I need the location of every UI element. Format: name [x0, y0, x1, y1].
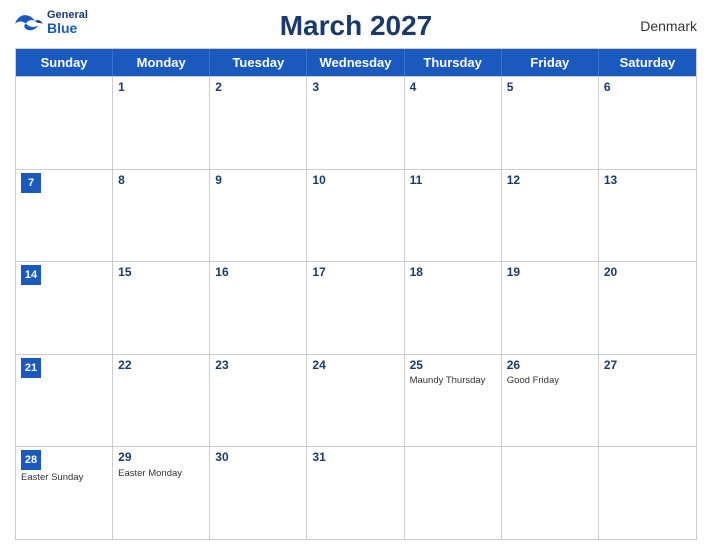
- day-number: 23: [215, 358, 301, 374]
- day-cell: 3: [307, 77, 404, 169]
- day-number: 4: [410, 80, 496, 96]
- day-header-friday: Friday: [502, 49, 599, 76]
- day-cell: [16, 77, 113, 169]
- logo: General Blue: [15, 10, 88, 35]
- day-cell: 21: [16, 355, 113, 447]
- week-row-4: 2122232425Maundy Thursday26Good Friday27: [16, 354, 696, 447]
- day-number: 8: [118, 173, 204, 189]
- event-label: Good Friday: [507, 375, 593, 386]
- day-number: 18: [410, 265, 496, 281]
- day-cell: 13: [599, 170, 696, 262]
- day-cell: 9: [210, 170, 307, 262]
- day-cell: 14: [16, 262, 113, 354]
- day-cell: 23: [210, 355, 307, 447]
- day-number: 2: [215, 80, 301, 96]
- day-cell: 20: [599, 262, 696, 354]
- day-number: 12: [507, 173, 593, 189]
- day-number: 14: [21, 265, 41, 285]
- day-cell: 4: [405, 77, 502, 169]
- day-cell: 15: [113, 262, 210, 354]
- day-header-thursday: Thursday: [405, 49, 502, 76]
- day-number: 22: [118, 358, 204, 374]
- day-cell: 8: [113, 170, 210, 262]
- logo-bird-icon: [15, 13, 43, 33]
- day-number: 11: [410, 173, 496, 189]
- day-headers-row: SundayMondayTuesdayWednesdayThursdayFrid…: [16, 49, 696, 76]
- day-header-sunday: Sunday: [16, 49, 113, 76]
- day-number: 28: [21, 450, 41, 470]
- day-number: 21: [21, 358, 41, 378]
- day-number: 16: [215, 265, 301, 281]
- day-cell: [405, 447, 502, 539]
- day-header-saturday: Saturday: [599, 49, 696, 76]
- country-label: Denmark: [640, 18, 697, 34]
- page-title: March 2027: [280, 10, 433, 42]
- day-cell: 28 Easter Sunday: [16, 447, 113, 539]
- day-cell: 7: [16, 170, 113, 262]
- day-cell: 17: [307, 262, 404, 354]
- day-number: 17: [312, 265, 398, 281]
- day-cell: 29 Easter Monday: [113, 447, 210, 539]
- day-number: 7: [21, 173, 41, 193]
- day-cell: 22: [113, 355, 210, 447]
- day-cell: 5: [502, 77, 599, 169]
- day-header-monday: Monday: [113, 49, 210, 76]
- day-number: 13: [604, 173, 691, 189]
- day-header-wednesday: Wednesday: [307, 49, 404, 76]
- day-cell: 10: [307, 170, 404, 262]
- day-number: 25: [410, 358, 496, 374]
- calendar-grid: SundayMondayTuesdayWednesdayThursdayFrid…: [15, 48, 697, 540]
- day-cell: 1: [113, 77, 210, 169]
- logo-blue-text: Blue: [47, 21, 88, 35]
- day-number: 20: [604, 265, 691, 281]
- week-row-2: 7 89 10 11 12 13: [16, 169, 696, 262]
- week-row-3: 14 15 16 17 18 19 20: [16, 261, 696, 354]
- day-cell: 12: [502, 170, 599, 262]
- day-cell: 16: [210, 262, 307, 354]
- day-cell: 6: [599, 77, 696, 169]
- day-number: 29: [118, 450, 204, 466]
- calendar-header: General Blue March 2027 Denmark: [15, 10, 697, 42]
- day-number: 26: [507, 358, 593, 374]
- day-cell: 27: [599, 355, 696, 447]
- day-number: 31: [312, 450, 398, 466]
- day-number: 27: [604, 358, 691, 374]
- day-number: 5: [507, 80, 593, 96]
- day-cell: 2: [210, 77, 307, 169]
- day-number: 1: [118, 80, 204, 96]
- day-header-tuesday: Tuesday: [210, 49, 307, 76]
- weeks-container: 1234567891011121314151617181920212223242…: [16, 76, 696, 539]
- day-number: 6: [604, 80, 691, 96]
- event-label: Maundy Thursday: [410, 375, 496, 386]
- day-number: 3: [312, 80, 398, 96]
- day-number: 30: [215, 450, 301, 466]
- day-number: 9: [215, 173, 301, 189]
- day-cell: 25Maundy Thursday: [405, 355, 502, 447]
- day-number: 15: [118, 265, 204, 281]
- week-row-1: 123456: [16, 76, 696, 169]
- day-cell: 18: [405, 262, 502, 354]
- day-cell: 19: [502, 262, 599, 354]
- day-cell: [502, 447, 599, 539]
- event-label: Easter Monday: [118, 468, 204, 479]
- event-label: Easter Sunday: [21, 472, 107, 483]
- day-cell: 24: [307, 355, 404, 447]
- day-cell: 26Good Friday: [502, 355, 599, 447]
- day-number: 19: [507, 265, 593, 281]
- day-cell: 11: [405, 170, 502, 262]
- day-number: 10: [312, 173, 398, 189]
- day-cell: 30: [210, 447, 307, 539]
- week-row-5: 28 Easter Sunday 29 Easter Monday 30 31: [16, 446, 696, 539]
- day-cell: [599, 447, 696, 539]
- day-number: 24: [312, 358, 398, 374]
- day-cell: 31: [307, 447, 404, 539]
- calendar-wrapper: General Blue March 2027 Denmark SundayMo…: [0, 0, 712, 550]
